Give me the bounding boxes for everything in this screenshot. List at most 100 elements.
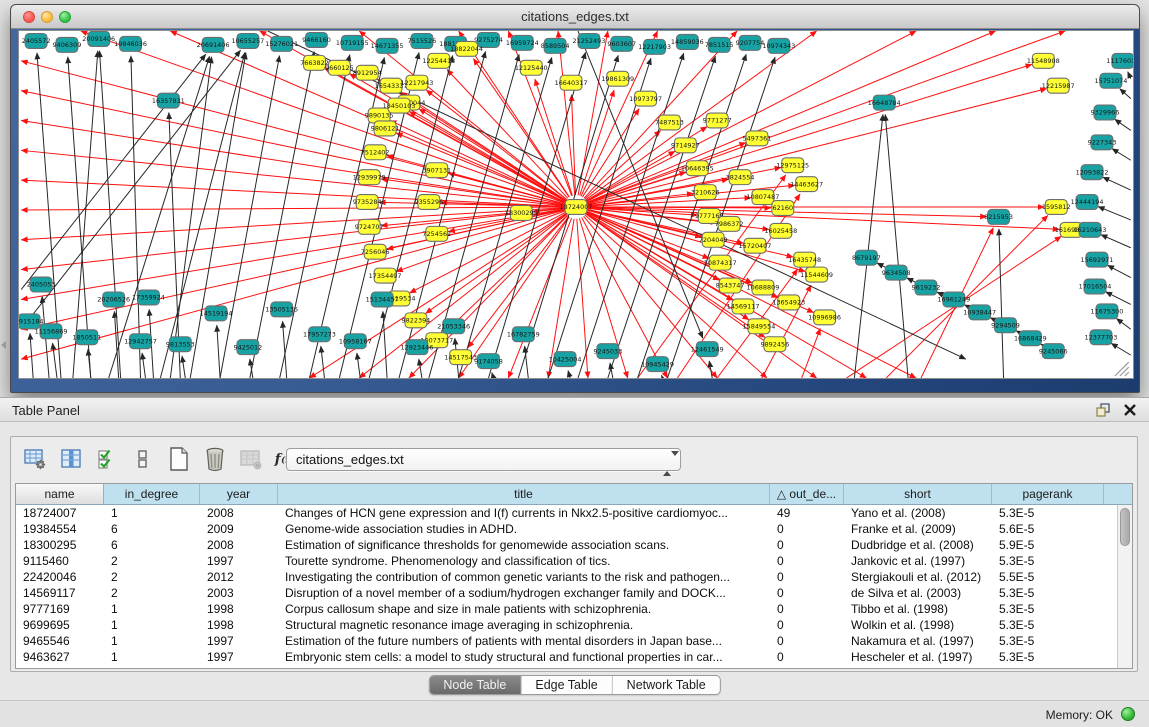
table-cell-name[interactable]: 14569117 bbox=[16, 585, 104, 601]
panel-collapse-arrow[interactable] bbox=[1, 341, 6, 349]
network-window-titlebar[interactable]: citations_edges.txt bbox=[11, 5, 1139, 29]
table-cell-name[interactable]: 19384554 bbox=[16, 521, 104, 537]
table-row[interactable]: 946362711997Embryonic stem cells: a mode… bbox=[16, 649, 1117, 665]
column-header-in_degree[interactable]: in_degree bbox=[104, 484, 200, 504]
table-cell-title[interactable]: Tourette syndrome. Phenomenology and cla… bbox=[278, 553, 770, 569]
table-scrollbar-thumb[interactable] bbox=[1120, 508, 1130, 546]
table-cell-year[interactable]: 2008 bbox=[200, 537, 278, 553]
select-all-rows-icon[interactable] bbox=[93, 446, 120, 473]
table-cell-out_degree[interactable]: 0 bbox=[770, 521, 844, 537]
table-cell-out_degree[interactable]: 0 bbox=[770, 537, 844, 553]
table-cell-short[interactable]: Hescheler et al. (1997) bbox=[844, 649, 992, 665]
table-cell-name[interactable]: 9463627 bbox=[16, 649, 104, 665]
table-cell-short[interactable]: Stergiakouli et al. (2012) bbox=[844, 569, 992, 585]
tab-edge-table[interactable]: Edge Table bbox=[521, 676, 612, 694]
table-cell-in_degree[interactable]: 1 bbox=[104, 601, 200, 617]
table-row[interactable]: 1456911722003Disruption of a novel membe… bbox=[16, 585, 1117, 601]
table-cell-year[interactable]: 2009 bbox=[200, 521, 278, 537]
table-cell-year[interactable]: 2008 bbox=[200, 505, 278, 521]
table-cell-pagerank[interactable]: 5.3E-5 bbox=[992, 617, 1104, 633]
new-table-icon[interactable] bbox=[165, 446, 192, 473]
table-cell-in_degree[interactable]: 6 bbox=[104, 537, 200, 553]
table-cell-short[interactable]: Franke et al. (2009) bbox=[844, 521, 992, 537]
column-header-short[interactable]: short bbox=[844, 484, 992, 504]
table-row[interactable]: 946554611997Estimation of the future num… bbox=[16, 633, 1117, 649]
table-cell-short[interactable]: Jankovic et al. (1997) bbox=[844, 553, 992, 569]
hide-rows-icon[interactable] bbox=[129, 446, 156, 473]
table-scrollbar[interactable] bbox=[1117, 505, 1132, 668]
table-cell-title[interactable]: Embryonic stem cells: a model to study s… bbox=[278, 649, 770, 665]
table-cell-short[interactable]: Dudbridge et al. (2008) bbox=[844, 537, 992, 553]
table-cell-pagerank[interactable]: 5.3E-5 bbox=[992, 505, 1104, 521]
table-cell-year[interactable]: 2003 bbox=[200, 585, 278, 601]
network-view-canvas[interactable]: 2405572940630920091406198460362069140610… bbox=[18, 30, 1134, 379]
table-row[interactable]: 1938455462009Genome-wide association stu… bbox=[16, 521, 1117, 537]
table-cell-out_degree[interactable]: 0 bbox=[770, 649, 844, 665]
table-row[interactable]: 2242004622012Investigating the contribut… bbox=[16, 569, 1117, 585]
table-row[interactable]: 1830029562008Estimation of significance … bbox=[16, 537, 1117, 553]
table-settings-icon[interactable] bbox=[21, 446, 48, 473]
table-cell-out_degree[interactable]: 49 bbox=[770, 505, 844, 521]
table-cell-in_degree[interactable]: 2 bbox=[104, 553, 200, 569]
table-cell-name[interactable]: 9465546 bbox=[16, 633, 104, 649]
table-cell-out_degree[interactable]: 0 bbox=[770, 553, 844, 569]
table-cell-short[interactable]: Nakamura et al. (1997) bbox=[844, 633, 992, 649]
table-cell-pagerank[interactable]: 5.3E-5 bbox=[992, 649, 1104, 665]
table-row[interactable]: 1872400712008Changes of HCN gene express… bbox=[16, 505, 1117, 521]
table-selector-dropdown[interactable]: citations_edges.txt bbox=[286, 448, 681, 471]
table-cell-year[interactable]: 1998 bbox=[200, 601, 278, 617]
table-cell-in_degree[interactable]: 6 bbox=[104, 521, 200, 537]
table-cell-title[interactable]: Estimation of the future numbers of pati… bbox=[278, 633, 770, 649]
table-cell-in_degree[interactable]: 1 bbox=[104, 649, 200, 665]
table-cell-pagerank[interactable]: 5.3E-5 bbox=[992, 633, 1104, 649]
table-cell-pagerank[interactable]: 5.3E-5 bbox=[992, 585, 1104, 601]
table-cell-title[interactable]: Corpus callosum shape and size in male p… bbox=[278, 601, 770, 617]
table-cell-title[interactable]: Disruption of a novel member of a sodium… bbox=[278, 585, 770, 601]
network-canvas-svg[interactable]: 2405572940630920091406198460362069140610… bbox=[19, 31, 1133, 378]
table-cell-in_degree[interactable]: 1 bbox=[104, 617, 200, 633]
table-cell-out_degree[interactable]: 0 bbox=[770, 585, 844, 601]
table-cell-in_degree[interactable]: 2 bbox=[104, 585, 200, 601]
table-cell-pagerank[interactable]: 5.6E-5 bbox=[992, 521, 1104, 537]
table-cell-pagerank[interactable]: 5.3E-5 bbox=[992, 601, 1104, 617]
table-cell-in_degree[interactable]: 2 bbox=[104, 569, 200, 585]
close-panel-icon[interactable] bbox=[1123, 403, 1137, 422]
column-header-name[interactable]: name bbox=[16, 484, 104, 504]
column-header-out_degree[interactable]: △ out_de... bbox=[770, 484, 844, 504]
table-cell-name[interactable]: 9115460 bbox=[16, 553, 104, 569]
table-cell-name[interactable]: 18300295 bbox=[16, 537, 104, 553]
tab-network-table[interactable]: Network Table bbox=[613, 676, 720, 694]
table-cell-short[interactable]: de Silva et al. (2003) bbox=[844, 585, 992, 601]
canvas-resize-grip[interactable] bbox=[1115, 362, 1129, 376]
table-cell-short[interactable]: Wolkin et al. (1998) bbox=[844, 617, 992, 633]
table-cell-title[interactable]: Investigating the contribution of common… bbox=[278, 569, 770, 585]
table-cell-out_degree[interactable]: 0 bbox=[770, 633, 844, 649]
table-cell-out_degree[interactable]: 0 bbox=[770, 617, 844, 633]
table-cell-in_degree[interactable]: 1 bbox=[104, 633, 200, 649]
table-cell-name[interactable]: 18724007 bbox=[16, 505, 104, 521]
show-columns-icon[interactable] bbox=[57, 446, 84, 473]
column-header-pagerank[interactable]: pagerank bbox=[992, 484, 1104, 504]
table-cell-year[interactable]: 1997 bbox=[200, 553, 278, 569]
tab-node-table[interactable]: Node Table bbox=[429, 676, 521, 694]
column-header-title[interactable]: title bbox=[278, 484, 770, 504]
table-cell-out_degree[interactable]: 0 bbox=[770, 601, 844, 617]
table-cell-title[interactable]: Changes of HCN gene expression and I(f) … bbox=[278, 505, 770, 521]
table-cell-out_degree[interactable]: 0 bbox=[770, 569, 844, 585]
table-cell-name[interactable]: 22420046 bbox=[16, 569, 104, 585]
table-row[interactable]: 969969511998Structural magnetic resonanc… bbox=[16, 617, 1117, 633]
table-cell-pagerank[interactable]: 5.3E-5 bbox=[992, 553, 1104, 569]
delete-table-icon[interactable] bbox=[201, 446, 228, 473]
table-cell-short[interactable]: Tibbo et al. (1998) bbox=[844, 601, 992, 617]
float-panel-icon[interactable] bbox=[1095, 402, 1111, 423]
table-cell-pagerank[interactable]: 5.9E-5 bbox=[992, 537, 1104, 553]
table-row[interactable]: 977716911998Corpus callosum shape and si… bbox=[16, 601, 1117, 617]
table-cell-name[interactable]: 9777169 bbox=[16, 601, 104, 617]
table-cell-title[interactable]: Estimation of significance thresholds fo… bbox=[278, 537, 770, 553]
table-row[interactable]: 911546021997Tourette syndrome. Phenomeno… bbox=[16, 553, 1117, 569]
table-cell-year[interactable]: 2012 bbox=[200, 569, 278, 585]
table-cell-title[interactable]: Genome-wide association studies in ADHD. bbox=[278, 521, 770, 537]
table-cell-title[interactable]: Structural magnetic resonance image aver… bbox=[278, 617, 770, 633]
table-cell-pagerank[interactable]: 5.5E-5 bbox=[992, 569, 1104, 585]
table-cell-year[interactable]: 1997 bbox=[200, 649, 278, 665]
